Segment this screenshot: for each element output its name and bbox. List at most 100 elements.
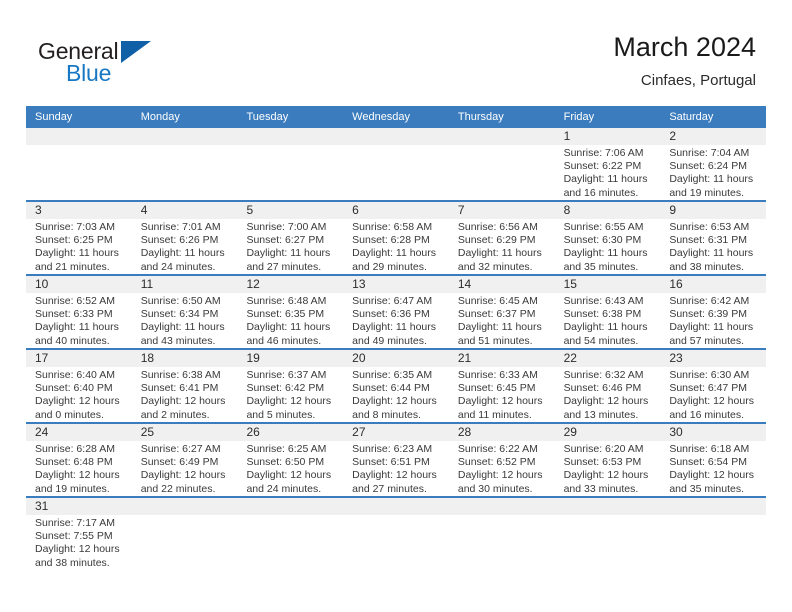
day-number-21[interactable]: 21 (449, 350, 555, 367)
day-number-10[interactable]: 10 (26, 276, 132, 293)
day-number-11[interactable]: 11 (132, 276, 238, 293)
day-cell-empty (237, 145, 343, 200)
day-cell-7[interactable]: Sunrise: 6:56 AM Sunset: 6:29 PM Daylight:… (449, 219, 555, 274)
logo-text-blue: Blue (66, 60, 112, 86)
day-cell-21[interactable]: Sunrise: 6:33 AM Sunset: 6:45 PM Daylight:… (449, 367, 555, 422)
day-cell-2[interactable]: Sunrise: 7:04 AM Sunset: 6:24 PM Daylight:… (660, 145, 766, 200)
day-cell-empty (26, 145, 132, 200)
day-cell-31[interactable]: Sunrise: 7:17 AM Sunset: 7:55 PM Daylight:… (26, 515, 132, 587)
day-number-19[interactable]: 19 (237, 350, 343, 367)
day-number-25[interactable]: 25 (132, 424, 238, 441)
day-cell-6[interactable]: Sunrise: 6:58 AM Sunset: 6:28 PM Daylight:… (343, 219, 449, 274)
day-number-18[interactable]: 18 (132, 350, 238, 367)
day-number-4[interactable]: 4 (132, 202, 238, 219)
daylight-text-cont: and 8 minutes. (352, 408, 422, 421)
day-number-5[interactable]: 5 (237, 202, 343, 219)
sunrise-text: Sunrise: 6:28 AM (35, 443, 115, 455)
day-cell-11[interactable]: Sunrise: 6:50 AM Sunset: 6:34 PM Daylight:… (132, 293, 238, 348)
day-number-1[interactable]: 1 (555, 128, 661, 145)
sunrise-text: Sunrise: 7:03 AM (35, 221, 115, 233)
day-number-22[interactable]: 22 (555, 350, 661, 367)
day-cell-29[interactable]: Sunrise: 6:20 AM Sunset: 6:53 PM Daylight:… (555, 441, 661, 496)
day-number-16[interactable]: 16 (660, 276, 766, 293)
day-number-9[interactable]: 9 (660, 202, 766, 219)
day-number-8[interactable]: 8 (555, 202, 661, 219)
day-cell-9[interactable]: Sunrise: 6:53 AM Sunset: 6:31 PM Daylight:… (660, 219, 766, 274)
day-number-6[interactable]: 6 (343, 202, 449, 219)
week-daynumber-band: 3456789 (26, 202, 766, 219)
day-number-2[interactable]: 2 (660, 128, 766, 145)
day-number-29[interactable]: 29 (555, 424, 661, 441)
day-cell-12[interactable]: Sunrise: 6:48 AM Sunset: 6:35 PM Daylight:… (237, 293, 343, 348)
daylight-text: Daylight: 11 hours (140, 247, 225, 260)
day-cell-26[interactable]: Sunrise: 6:25 AM Sunset: 6:50 PM Daylight:… (237, 441, 343, 496)
daylight-text-cont: and 2 minutes. (140, 408, 210, 421)
day-number-30[interactable]: 30 (660, 424, 766, 441)
day-cell-27[interactable]: Sunrise: 6:23 AM Sunset: 6:51 PM Daylight:… (343, 441, 449, 496)
day-cell-14[interactable]: Sunrise: 6:45 AM Sunset: 6:37 PM Daylight:… (449, 293, 555, 348)
day-number-13[interactable]: 13 (343, 276, 449, 293)
general-blue-logo[interactable]: General Blue (38, 38, 228, 86)
daylight-text: Daylight: 11 hours (563, 321, 648, 334)
week-daynumber-band: 12 (26, 128, 766, 145)
day-cell-13[interactable]: Sunrise: 6:47 AM Sunset: 6:36 PM Daylight:… (343, 293, 449, 348)
day-number-23[interactable]: 23 (660, 350, 766, 367)
day-number-26[interactable]: 26 (237, 424, 343, 441)
daylight-text-cont: and 16 minutes. (669, 408, 745, 421)
calendar-week-row: 31 Sunrise: 7:17 AM Sunset: 7:55 PM Dayligh… (26, 496, 766, 587)
weekday-header-sunday: Sunday (35, 111, 73, 123)
daylight-text-cont: and 32 minutes. (457, 260, 533, 273)
day-number-31[interactable]: 31 (26, 498, 132, 515)
weekday-header-thursday: Thursday (457, 111, 504, 123)
sunrise-text: Sunrise: 6:47 AM (352, 295, 433, 307)
day-number-12[interactable]: 12 (237, 276, 343, 293)
sunset-text: Sunset: 6:49 PM (140, 456, 219, 469)
day-cell-8[interactable]: Sunrise: 6:55 AM Sunset: 6:30 PM Daylight:… (555, 219, 661, 274)
sunset-text: Sunset: 6:47 PM (669, 382, 747, 395)
sunset-text: Sunset: 6:51 PM (352, 456, 430, 469)
day-number-24[interactable]: 24 (26, 424, 132, 441)
day-number-20[interactable]: 20 (343, 350, 449, 367)
day-cell-3[interactable]: Sunrise: 7:03 AM Sunset: 6:25 PM Daylight:… (26, 219, 132, 274)
day-cell-22[interactable]: Sunrise: 6:32 AM Sunset: 6:46 PM Daylight:… (555, 367, 661, 422)
daylight-text: Daylight: 11 hours (669, 247, 754, 260)
weekday-header-friday: Friday (563, 111, 595, 123)
day-cell-28[interactable]: Sunrise: 6:22 AM Sunset: 6:52 PM Daylight:… (449, 441, 555, 496)
day-cell-5[interactable]: Sunrise: 7:00 AM Sunset: 6:27 PM Daylight:… (237, 219, 343, 274)
day-number-14[interactable]: 14 (449, 276, 555, 293)
day-cell-20[interactable]: Sunrise: 6:35 AM Sunset: 6:44 PM Daylight:… (343, 367, 449, 422)
day-number-17[interactable]: 17 (26, 350, 132, 367)
day-cell-19[interactable]: Sunrise: 6:37 AM Sunset: 6:42 PM Daylight:… (237, 367, 343, 422)
day-cell-15[interactable]: Sunrise: 6:43 AM Sunset: 6:38 PM Daylight:… (555, 293, 661, 348)
day-number-7[interactable]: 7 (449, 202, 555, 219)
weekday-header-monday: Monday (140, 111, 180, 123)
sunrise-text: Sunrise: 6:37 AM (246, 369, 327, 381)
day-cell-4[interactable]: Sunrise: 7:01 AM Sunset: 6:26 PM Daylight:… (132, 219, 238, 274)
sunrise-text: Sunrise: 6:56 AM (457, 221, 538, 233)
day-number-empty (449, 498, 555, 515)
day-cell-16[interactable]: Sunrise: 6:42 AM Sunset: 6:39 PM Daylight:… (660, 293, 766, 348)
daylight-text-cont: and 27 minutes. (352, 482, 427, 495)
daylight-text: Daylight: 12 hours (352, 469, 437, 482)
logo-triangle-icon (121, 41, 151, 63)
day-cell-18[interactable]: Sunrise: 6:38 AM Sunset: 6:41 PM Daylight:… (132, 367, 238, 422)
day-number-empty (237, 128, 343, 145)
day-cell-23[interactable]: Sunrise: 6:30 AM Sunset: 6:47 PM Daylight:… (660, 367, 766, 422)
sunset-text: Sunset: 6:37 PM (457, 308, 536, 321)
daylight-text: Daylight: 11 hours (669, 321, 754, 334)
daylight-text: Daylight: 12 hours (563, 395, 649, 408)
day-cell-17[interactable]: Sunrise: 6:40 AM Sunset: 6:40 PM Daylight:… (26, 367, 132, 422)
day-number-28[interactable]: 28 (449, 424, 555, 441)
daylight-text-cont: and 46 minutes. (246, 334, 322, 347)
day-cell-25[interactable]: Sunrise: 6:27 AM Sunset: 6:49 PM Daylight:… (132, 441, 238, 496)
day-cell-24[interactable]: Sunrise: 6:28 AM Sunset: 6:48 PM Daylight:… (26, 441, 132, 496)
day-number-27[interactable]: 27 (343, 424, 449, 441)
daylight-text-cont: and 57 minutes. (669, 334, 745, 347)
day-number-3[interactable]: 3 (26, 202, 132, 219)
day-number-empty (237, 498, 343, 515)
day-cell-1[interactable]: Sunrise: 7:06 AM Sunset: 6:22 PM Daylight:… (555, 145, 661, 200)
day-cell-30[interactable]: Sunrise: 6:18 AM Sunset: 6:54 PM Daylight:… (660, 441, 766, 496)
daylight-text-cont: and 11 minutes. (457, 408, 532, 421)
day-cell-10[interactable]: Sunrise: 6:52 AM Sunset: 6:33 PM Daylight:… (26, 293, 132, 348)
day-number-15[interactable]: 15 (555, 276, 661, 293)
